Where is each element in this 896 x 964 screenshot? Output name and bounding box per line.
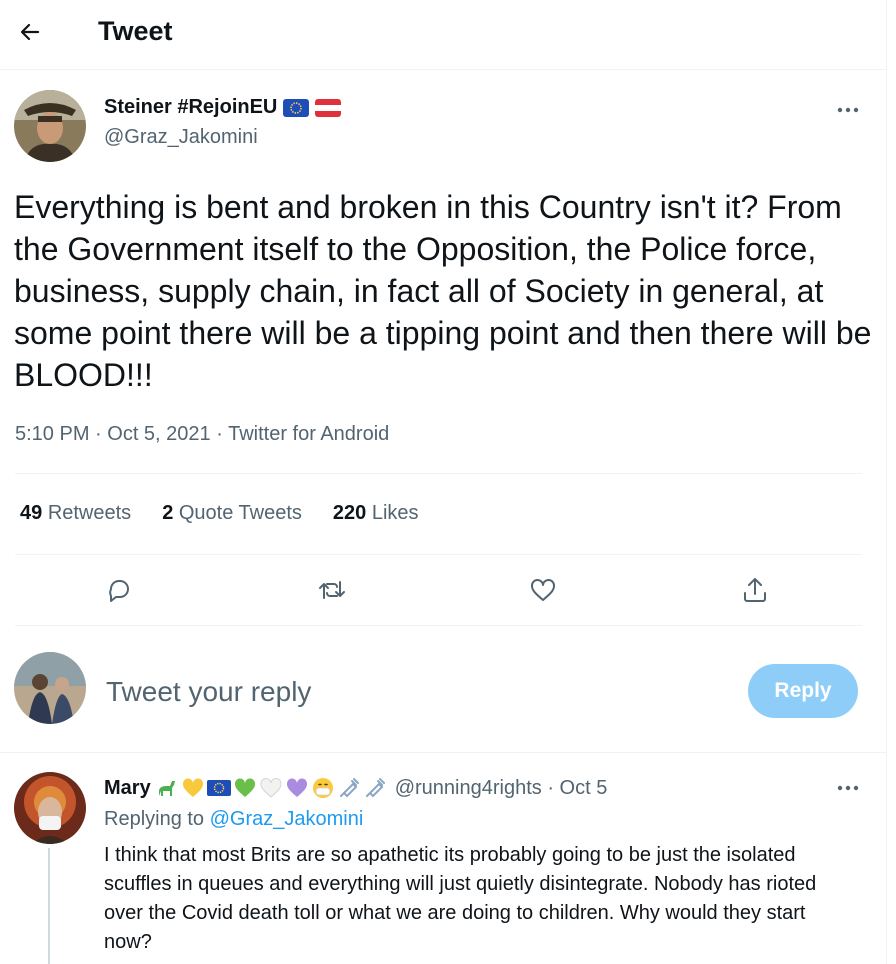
purple-heart-icon xyxy=(286,778,307,797)
reply-button[interactable]: Reply xyxy=(748,664,858,718)
eu-flag-icon xyxy=(206,780,231,796)
sauropod-icon xyxy=(158,781,175,796)
author-name[interactable]: Steiner #RejoinEU xyxy=(104,96,342,119)
reply-author-avatar[interactable] xyxy=(14,772,86,844)
replying-to-handle[interactable]: @Graz_Jakomini xyxy=(210,808,364,830)
like-action-button[interactable] xyxy=(523,570,563,610)
engagement-stats: 49 Retweets 2 Quote Tweets 220 Likes xyxy=(20,502,419,525)
reply-action-button[interactable] xyxy=(99,570,139,610)
divider xyxy=(0,752,886,753)
retweets-count: 49 xyxy=(20,502,43,524)
quotes-label: Quote Tweets xyxy=(178,502,302,524)
reply-more-options-button[interactable] xyxy=(833,778,863,798)
back-button[interactable] xyxy=(12,14,48,50)
tweet-text: Everything is bent and broken in this Co… xyxy=(14,189,881,393)
green-heart-icon xyxy=(234,778,255,797)
white-heart-icon xyxy=(260,777,282,798)
replying-to-label: Replying to xyxy=(104,808,205,830)
tweet-source[interactable]: Twitter for Android xyxy=(228,423,389,445)
divider xyxy=(15,554,862,555)
retweet-action-button[interactable] xyxy=(312,570,352,610)
share-action-button[interactable] xyxy=(735,570,775,610)
reply-text: I think that most Brits are so apathetic… xyxy=(104,844,817,953)
austria-flag-icon xyxy=(315,98,342,117)
syringe-icon xyxy=(365,778,385,798)
column-border xyxy=(886,0,887,964)
quote-tweets-stat[interactable]: 2 Quote Tweets xyxy=(162,502,302,525)
reply-author-name[interactable]: Mary xyxy=(104,777,151,800)
author-name-text: Steiner #RejoinEU xyxy=(104,96,278,118)
yellow-heart-icon xyxy=(182,778,203,797)
tweet-timestamp: 5:10 PM · Oct 5, 2021 · Twitter for Andr… xyxy=(15,423,389,446)
divider xyxy=(15,625,862,626)
reply-header: Mary @running4rights · Oct 5 xyxy=(104,774,607,802)
page-header: Tweet xyxy=(0,0,886,70)
retweets-stat[interactable]: 49 Retweets xyxy=(20,502,131,525)
reply-author-handle[interactable]: @running4rights xyxy=(395,777,542,800)
eu-flag-icon xyxy=(283,98,310,117)
author-avatar[interactable] xyxy=(14,90,86,162)
likes-count: 220 xyxy=(332,502,367,524)
meta-dot: · xyxy=(95,423,108,445)
ellipsis-icon xyxy=(837,107,859,113)
likes-stat[interactable]: 220 Likes xyxy=(333,502,419,525)
ellipsis-icon xyxy=(837,785,859,791)
reply-input[interactable] xyxy=(106,672,706,712)
syringe-icon xyxy=(339,778,359,798)
current-user-avatar[interactable] xyxy=(14,652,86,724)
thread-line xyxy=(48,848,50,964)
share-icon xyxy=(744,578,766,602)
divider xyxy=(15,473,862,474)
author-handle[interactable]: @Graz_Jakomini xyxy=(104,126,258,149)
arrow-left-icon xyxy=(20,23,40,41)
likes-label: Likes xyxy=(371,502,419,524)
reply-date[interactable]: Oct 5 xyxy=(560,777,608,800)
tweet-time[interactable]: 5:10 PM xyxy=(15,423,89,445)
replying-to: Replying to @Graz_Jakomini xyxy=(104,808,363,831)
mask-face-icon xyxy=(312,778,333,798)
page-title: Tweet xyxy=(98,16,173,46)
meta-dot: · xyxy=(216,423,229,445)
retweet-icon xyxy=(319,581,345,599)
retweets-label: Retweets xyxy=(47,502,132,524)
more-options-button[interactable] xyxy=(833,100,863,120)
comment-icon xyxy=(109,580,129,602)
meta-dot: · xyxy=(541,776,560,799)
quotes-count: 2 xyxy=(162,502,174,524)
heart-icon xyxy=(531,579,555,601)
tweet-date[interactable]: Oct 5, 2021 xyxy=(107,423,210,445)
